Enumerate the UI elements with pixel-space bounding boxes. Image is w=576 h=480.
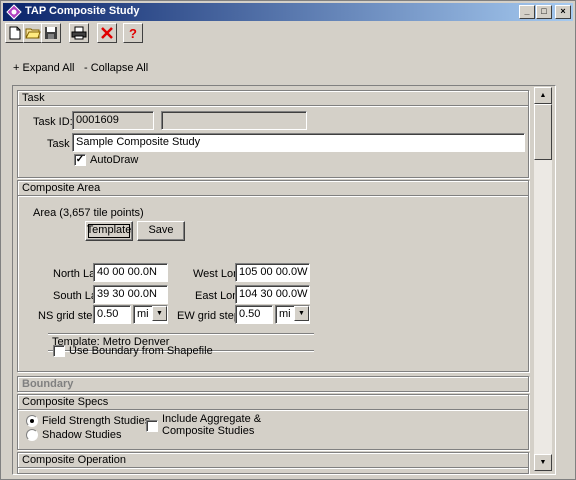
composite-area-header[interactable]: Composite Area (18, 181, 528, 196)
shadow-studies-radio[interactable] (26, 429, 38, 441)
save-disk-icon (45, 27, 57, 39)
ew-grid-unit-select[interactable]: mi ▼ (275, 305, 310, 324)
window-title: TAP Composite Study (25, 5, 140, 17)
composite-operation-header[interactable]: Composite Operation (18, 453, 528, 468)
chevron-down-icon: ▼ (294, 306, 309, 321)
east-lon-label: East Lon (195, 290, 239, 302)
use-boundary-label: Use Boundary from Shapefile (69, 345, 213, 357)
task-section: Task Task ID: 0001609 Task Sample Compos… (17, 90, 529, 178)
west-lon-label: West Lon (193, 268, 240, 280)
ew-grid-unit-value: mi (279, 308, 291, 320)
boundary-header[interactable]: Boundary (18, 377, 528, 392)
new-document-icon (9, 26, 21, 40)
field-strength-radio[interactable] (26, 415, 38, 427)
task-id-extra-field (161, 111, 307, 130)
vertical-scrollbar[interactable]: ▲ ▼ (534, 87, 552, 471)
template-button[interactable]: Template (85, 221, 133, 241)
save-button-toolbar[interactable] (41, 23, 61, 43)
print-button[interactable] (69, 23, 89, 43)
chevron-down-icon: ▼ (152, 306, 167, 321)
include-aggregate-checkbox[interactable] (146, 420, 158, 432)
ns-grid-unit-value: mi (137, 308, 149, 320)
help-icon: ? (129, 26, 137, 40)
task-name-label: Task (47, 138, 70, 150)
autodraw-checkbox[interactable]: ✓ (74, 154, 86, 166)
autodraw-label: AutoDraw (90, 154, 139, 166)
app-logo-icon (6, 4, 22, 20)
scroll-up-button[interactable]: ▲ (534, 87, 552, 104)
minimize-button[interactable]: _ (519, 5, 535, 19)
ns-grid-unit-select[interactable]: mi ▼ (133, 305, 168, 324)
field-strength-label: Field Strength Studies (42, 415, 151, 427)
north-lat-label: North Lat (53, 268, 99, 280)
delete-button[interactable] (97, 23, 117, 43)
svg-text:?: ? (129, 26, 137, 40)
shadow-studies-label: Shadow Studies (42, 429, 122, 441)
include-aggregate-label-2: Composite Studies (162, 425, 255, 437)
expand-all-button[interactable]: + Expand All (13, 62, 74, 74)
maximize-button[interactable]: □ (536, 5, 552, 19)
collapse-all-button[interactable]: - Collapse All (84, 62, 148, 74)
ew-grid-label: EW grid step: (177, 310, 244, 322)
composite-specs-header[interactable]: Composite Specs (18, 395, 528, 410)
help-button[interactable]: ? (123, 23, 143, 43)
west-lon-field[interactable]: 105 00 00.0W (235, 263, 310, 282)
print-icon (71, 26, 87, 40)
north-lat-field[interactable]: 40 00 00.0N (93, 263, 168, 282)
task-id-field: 0001609 (72, 111, 154, 130)
composite-specs-section: Composite Specs Field Strength Studies S… (17, 394, 529, 450)
east-lon-field[interactable]: 104 30 00.0W (235, 285, 310, 304)
scroll-down-button[interactable]: ▼ (534, 454, 552, 471)
toolbar: ? (5, 23, 565, 45)
task-id-label: Task ID: (33, 116, 73, 128)
open-folder-icon (25, 28, 41, 39)
ew-grid-field[interactable]: 0.50 (235, 305, 273, 324)
include-aggregate-label-1: Include Aggregate & (162, 413, 262, 425)
ns-grid-field[interactable]: 0.50 (93, 305, 131, 324)
area-tile-count: Area (3,657 tile points) (33, 207, 144, 219)
use-boundary-checkbox[interactable] (53, 345, 65, 357)
south-lat-field[interactable]: 39 30 00.0N (93, 285, 168, 304)
delete-x-icon (101, 27, 113, 39)
open-button[interactable] (23, 23, 43, 43)
boundary-section: Boundary (17, 376, 529, 392)
task-name-field[interactable]: Sample Composite Study (72, 133, 525, 152)
title-bar[interactable]: TAP Composite Study _ □ × (3, 3, 573, 21)
scroll-thumb[interactable] (534, 104, 552, 160)
close-button[interactable]: × (555, 5, 571, 19)
task-section-header[interactable]: Task (18, 91, 528, 106)
save-template-button[interactable]: Save (137, 221, 185, 241)
composite-operation-section: Composite Operation (17, 452, 529, 474)
app-window: TAP Composite Study _ □ × ? + Expand All… (0, 0, 576, 480)
study-panel: Task Task ID: 0001609 Task Sample Compos… (12, 85, 556, 475)
new-button[interactable] (5, 23, 25, 43)
